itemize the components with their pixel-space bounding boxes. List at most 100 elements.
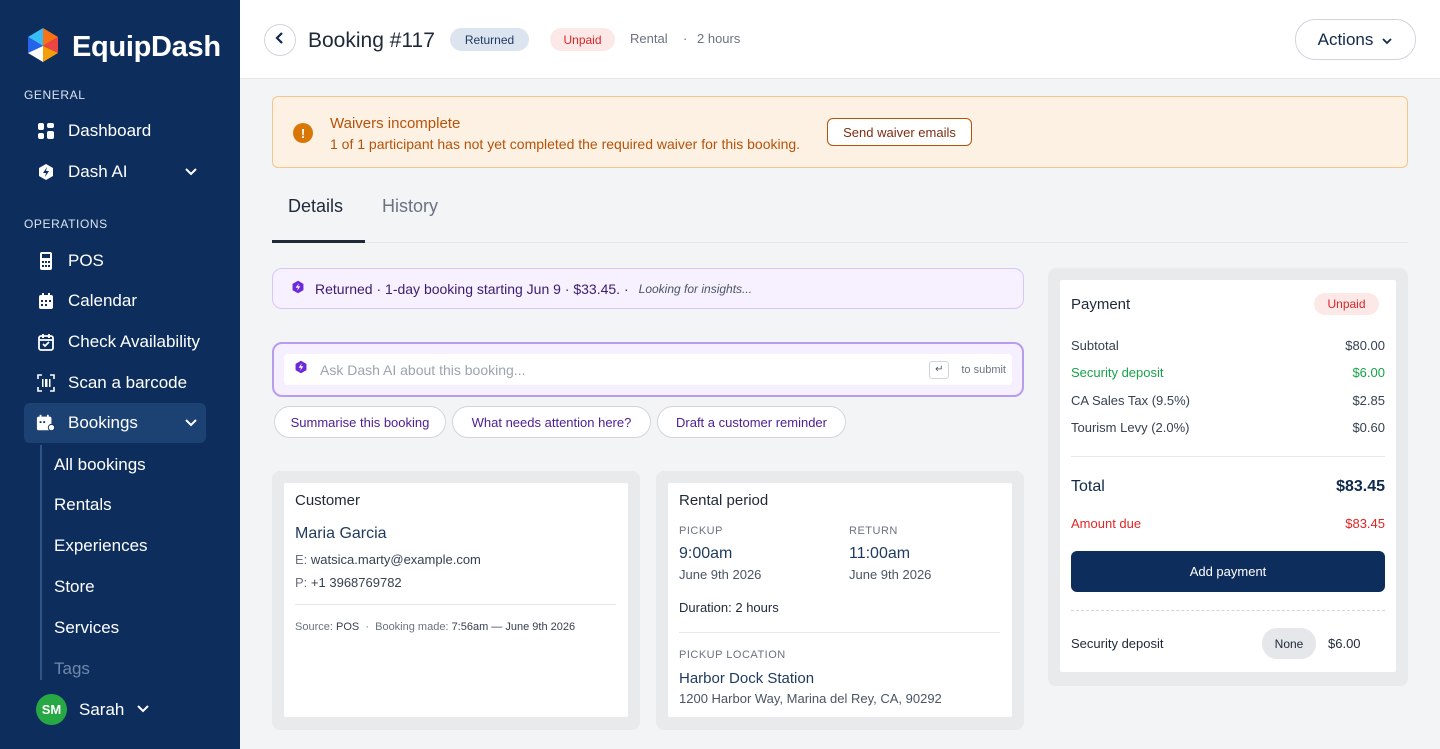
sidebar-item-label: POS (68, 251, 104, 270)
meta-separator: · (683, 31, 688, 46)
source-label: Source: (295, 621, 333, 633)
chevron-down-icon (184, 164, 198, 180)
chevron-left-icon (274, 31, 286, 50)
add-payment-button[interactable]: Add payment (1071, 551, 1385, 592)
sidebar-item-label: Bookings (68, 413, 138, 432)
phone-label: P: (295, 575, 308, 590)
customer-card-title: Customer (295, 492, 361, 509)
ai-suggestion-summarise[interactable]: Summarise this booking (274, 406, 446, 438)
bookings-icon (36, 413, 56, 433)
sidebar-subitem-rentals[interactable]: Rentals (54, 495, 112, 515)
barcode-icon (36, 373, 56, 393)
brand[interactable]: EquipDash (24, 26, 221, 69)
sidebar-subitem-experiences[interactable]: Experiences (54, 536, 148, 556)
section-label-general: GENERAL (24, 88, 86, 102)
pickup-location-address: 1200 Harbor Way, Marina del Rey, CA, 902… (679, 691, 942, 706)
security-deposit-status[interactable]: None (1262, 628, 1316, 659)
send-waiver-emails-button[interactable]: Send waiver emails (827, 118, 972, 146)
actions-label: Actions (1317, 29, 1374, 49)
ai-summary-bar: Returned · 1-day booking starting Jun 9 … (272, 268, 1024, 309)
payment-divider (1071, 456, 1385, 457)
payment-row-subtotal: Subtotal $80.00 (1071, 338, 1385, 353)
pos-icon (36, 251, 56, 271)
dashboard-icon (36, 121, 56, 141)
customer-phone[interactable]: +1 3968769782 (311, 575, 402, 590)
actions-button[interactable]: Actions (1295, 19, 1416, 60)
sidebar-item-label: Calendar (68, 291, 137, 310)
payment-row-label: Subtotal (1071, 338, 1119, 353)
calendar-icon (36, 291, 56, 311)
payment-row-value: $6.00 (1352, 365, 1385, 380)
sidebar-item-label: Dash AI (68, 162, 128, 181)
return-date: June 9th 2026 (849, 567, 932, 582)
user-menu[interactable]: SM Sarah (36, 694, 150, 725)
booking-source-info: Source: POS · Booking made: 7:56am — Jun… (295, 621, 576, 633)
payment-row-value: $2.85 (1352, 393, 1385, 408)
chevron-down-icon (136, 701, 150, 719)
tabs-divider (272, 242, 1408, 243)
sidebar-item-bookings[interactable]: Bookings (24, 403, 206, 443)
tab-details[interactable]: Details (288, 196, 343, 217)
customer-name[interactable]: Maria Garcia (295, 525, 387, 543)
ai-ask-input[interactable] (320, 361, 918, 378)
total-label: Total (1071, 478, 1105, 495)
sidebar-item-check-availability[interactable]: Check Availability (24, 322, 206, 362)
total-value: $83.45 (1336, 478, 1385, 495)
payment-row-value: $0.60 (1352, 420, 1385, 435)
customer-email[interactable]: watsica.marty@example.com (311, 552, 481, 567)
page-title: Booking #117 (308, 29, 435, 52)
ai-suggestion-reminder[interactable]: Draft a customer reminder (657, 406, 846, 438)
ai-suggestion-attention[interactable]: What needs attention here? (452, 406, 651, 438)
booking-made-label: Booking made: (375, 621, 449, 633)
warning-icon: ! (293, 123, 313, 143)
waiver-alert: ! Waivers incomplete 1 of 1 participant … (272, 96, 1408, 168)
avatar: SM (36, 694, 67, 725)
equipdash-logo-icon (24, 26, 62, 69)
pickup-location-label: PICKUP LOCATION (679, 649, 786, 661)
return-label: RETURN (849, 525, 898, 537)
source-value: POS (335, 621, 360, 633)
security-deposit-value: $6.00 (1328, 636, 1361, 651)
booking-type: Rental (630, 31, 668, 46)
payment-row-value: $80.00 (1345, 338, 1385, 353)
submenu-guide-line (40, 445, 42, 680)
amount-due-label: Amount due (1071, 516, 1142, 531)
sidebar-item-label: Scan a barcode (68, 373, 188, 392)
ai-ask-box: ↵ to submit (272, 342, 1024, 397)
section-label-operations: OPERATIONS (24, 217, 108, 231)
sidebar-item-calendar[interactable]: Calendar (24, 281, 206, 321)
pickup-label: PICKUP (679, 525, 723, 537)
security-deposit-label: Security deposit (1071, 636, 1164, 651)
customer-email-row: E: watsica.marty@example.com (295, 552, 481, 567)
chevron-down-icon (184, 415, 198, 431)
active-tab-indicator (272, 240, 365, 243)
sidebar-item-pos[interactable]: POS (24, 241, 206, 281)
payment-row-label: Security deposit (1071, 365, 1164, 380)
back-button[interactable] (264, 24, 296, 56)
sidebar-item-scan-barcode[interactable]: Scan a barcode (24, 363, 206, 403)
sidebar-subitem-tags[interactable]: Tags (54, 659, 90, 679)
amount-due-value: $83.45 (1345, 516, 1385, 531)
enter-key-icon: ↵ (929, 360, 950, 379)
payment-row-tourism-levy: Tourism Levy (2.0%) $0.60 (1071, 420, 1385, 435)
pickup-location-name: Harbor Dock Station (679, 670, 815, 687)
booking-duration: 2 hours (697, 31, 741, 46)
sidebar-subitem-store[interactable]: Store (54, 577, 95, 597)
dash-ai-icon (294, 360, 308, 379)
brand-name: EquipDash (72, 31, 221, 63)
payment-row-security-deposit: Security deposit $6.00 (1071, 365, 1385, 380)
sidebar-subitem-all-bookings[interactable]: All bookings (54, 455, 146, 475)
ai-summary-note: Looking for insights... (638, 281, 753, 296)
payment-row-sales-tax: CA Sales Tax (9.5%) $2.85 (1071, 393, 1385, 408)
submit-hint: to submit (961, 363, 1006, 376)
rental-period-title: Rental period (679, 492, 769, 509)
return-time: 11:00am (849, 545, 911, 562)
status-badge: Returned (450, 28, 529, 51)
sidebar-item-dashboard[interactable]: Dashboard (24, 111, 206, 151)
tab-history[interactable]: History (382, 196, 438, 217)
sidebar-subitem-services[interactable]: Services (54, 618, 119, 638)
chevron-down-icon (1381, 30, 1393, 50)
sidebar-item-dash-ai[interactable]: Dash AI (24, 152, 206, 192)
alert-title: Waivers incomplete (330, 115, 461, 132)
payment-status-badge: Unpaid (550, 28, 615, 51)
